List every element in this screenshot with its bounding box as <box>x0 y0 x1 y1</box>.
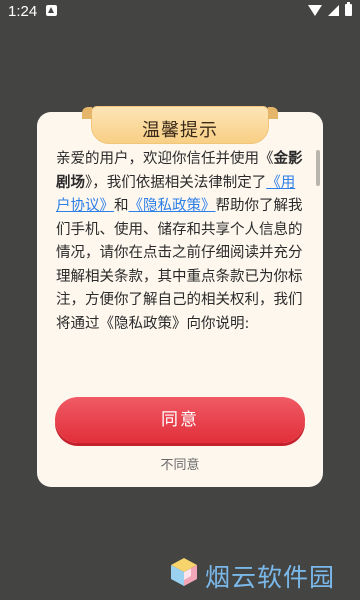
watermark: 烟云软件园 <box>165 552 355 596</box>
battery-icon <box>345 2 352 16</box>
dialog-title-tab: 温馨提示 <box>82 106 278 144</box>
status-bar: 1:24 <box>0 0 360 24</box>
status-icons <box>308 2 352 16</box>
agree-button[interactable]: 同意 <box>55 397 305 443</box>
dialog-scrollbar[interactable] <box>316 150 320 186</box>
body-text-segment: 亲爱的用户，欢迎你信任并使用《 <box>56 151 274 167</box>
signal-icon <box>328 4 339 16</box>
notification-icon <box>46 5 57 16</box>
status-time: 1:24 <box>8 3 38 20</box>
body-text-segment: 帮助你了解我们手机、使用、储存和共享个人信息的情况，请你在点击之前仔细阅读并充分… <box>56 198 303 332</box>
disagree-button[interactable]: 不同意 <box>0 454 360 473</box>
body-text-segment: 》，我们依据相关法律制定了 <box>85 174 267 191</box>
watermark-text: 烟云软件园 <box>205 563 336 592</box>
dialog-body-text: 亲爱的用户，欢迎你信任并使用《金影剧场》，我们依据相关法律制定了《用户协议》和《… <box>56 148 304 380</box>
cube-logo-icon <box>171 558 197 586</box>
privacy-policy-link[interactable]: 《隐私政策》 <box>129 198 216 214</box>
dialog-title: 温馨提示 <box>142 120 218 141</box>
body-text-segment: 和 <box>114 198 129 214</box>
wifi-icon <box>308 4 322 16</box>
